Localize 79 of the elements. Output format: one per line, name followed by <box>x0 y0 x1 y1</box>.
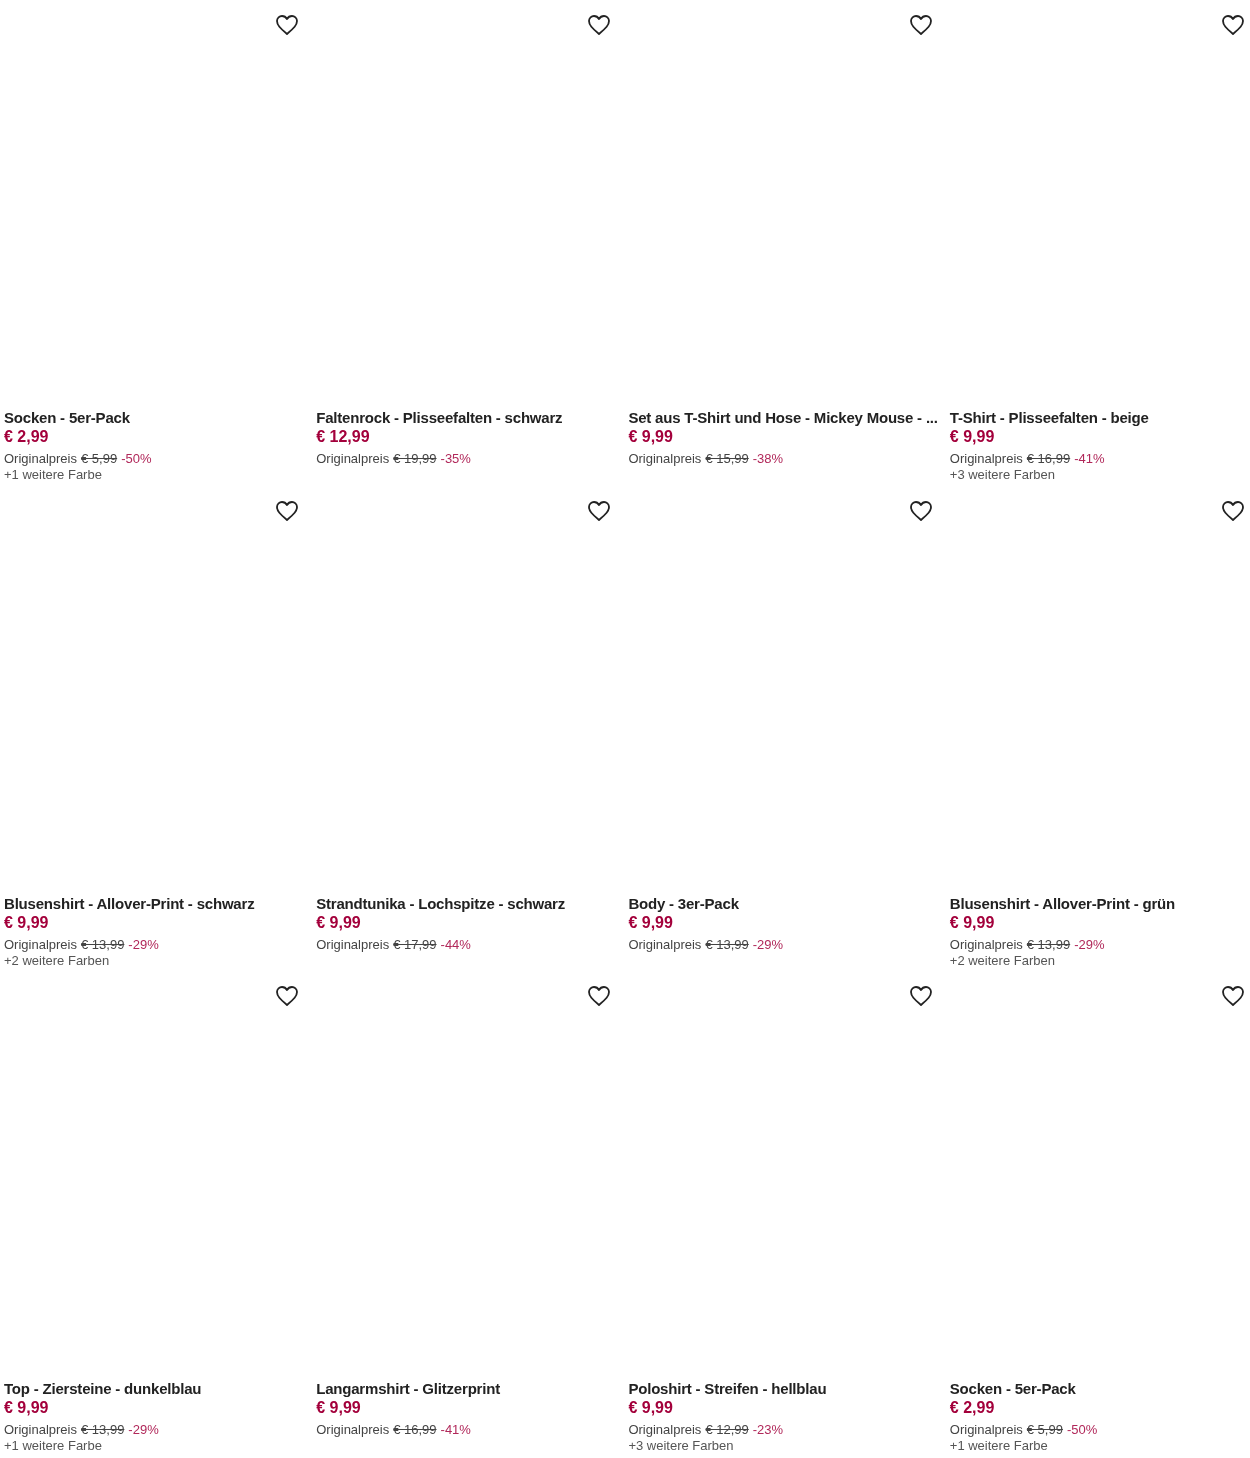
discount-percent: -41% <box>440 1422 471 1438</box>
discount-percent: -29% <box>128 1422 159 1438</box>
product-title[interactable]: Poloshirt - Streifen - hellblau <box>628 1380 938 1398</box>
discount-percent: -44% <box>440 936 471 953</box>
product-title[interactable]: Blusenshirt - Allover-Print - schwarz <box>4 894 305 913</box>
original-price: € 13,99 <box>81 936 125 953</box>
sale-price: € 9,99 <box>628 912 674 932</box>
more-colors-text: +2 weitere Farben <box>4 952 111 969</box>
discount-percent: -29% <box>752 936 784 953</box>
original-price-label: Originalpreis <box>316 451 390 467</box>
product-title[interactable]: Strandtunika - Lochspitze - schwarz <box>316 894 617 913</box>
original-price-label: Originalpreis <box>4 451 77 467</box>
product-title[interactable]: Set aus T-Shirt und Hose - Mickey Mouse - ... <box>628 409 938 427</box>
product-title[interactable]: Top - Ziersteine - dunkelblau <box>4 1380 305 1398</box>
original-price: € 16,99 <box>393 1422 437 1438</box>
original-price: € 15,99 <box>705 451 749 467</box>
sale-price: € 2,99 <box>4 427 50 446</box>
original-price-label: Originalpreis <box>628 936 702 953</box>
original-price-label: Originalpreis <box>316 936 390 953</box>
sale-price: € 12,99 <box>316 427 371 446</box>
original-price: € 17,99 <box>393 936 437 953</box>
discount-percent: -50% <box>1066 1422 1098 1438</box>
sale-price: € 9,99 <box>4 1398 50 1417</box>
more-colors-text: +1 weitere Farbe <box>4 1438 103 1454</box>
original-price-label: Originalpreis <box>949 936 1023 953</box>
original-price-label: Originalpreis <box>949 451 1023 467</box>
original-price-label: Originalpreis <box>4 1422 77 1438</box>
product-title[interactable]: T-Shirt - Plisseefalten - beige <box>949 409 1250 427</box>
discount-percent: -35% <box>440 451 471 467</box>
wishlist-heart-icon[interactable] <box>275 985 300 1007</box>
discount-percent: -23% <box>752 1422 784 1438</box>
original-price: € 13,99 <box>1026 936 1071 953</box>
original-price-label: Originalpreis <box>628 451 702 467</box>
wishlist-heart-icon[interactable] <box>1221 14 1245 36</box>
product-title[interactable]: Socken - 5er-Pack <box>949 1380 1250 1398</box>
wishlist-heart-icon[interactable] <box>275 14 300 36</box>
wishlist-heart-icon[interactable] <box>587 14 612 36</box>
discount-percent: -41% <box>1074 451 1105 467</box>
more-colors-text: +3 weitere Farben <box>628 1438 735 1454</box>
discount-percent: -29% <box>128 936 159 953</box>
more-colors-text: +1 weitere Farbe <box>949 1438 1049 1454</box>
product-title[interactable]: Langarmshirt - Glitzerprint <box>316 1380 617 1398</box>
sale-price: € 9,99 <box>628 427 674 446</box>
wishlist-heart-icon[interactable] <box>908 499 933 522</box>
wishlist-heart-icon[interactable] <box>1221 985 1245 1007</box>
original-price-label: Originalpreis <box>316 1422 390 1438</box>
product-title[interactable]: Blusenshirt - Allover-Print - grün <box>949 894 1250 913</box>
wishlist-heart-icon[interactable] <box>908 14 933 36</box>
original-price-label: Originalpreis <box>949 1422 1023 1438</box>
original-price: € 13,99 <box>705 936 749 953</box>
original-price: € 12,99 <box>705 1422 749 1438</box>
product-title[interactable]: Socken - 5er-Pack <box>4 409 305 427</box>
sale-price: € 2,99 <box>949 1398 996 1417</box>
sale-price: € 9,99 <box>949 427 996 446</box>
more-colors-text: +1 weitere Farbe <box>4 467 103 483</box>
more-colors-text: +3 weitere Farben <box>949 467 1056 483</box>
wishlist-heart-icon[interactable] <box>275 499 300 522</box>
original-price: € 5,99 <box>1026 1422 1063 1438</box>
original-price: € 16,99 <box>1026 451 1071 467</box>
original-price: € 5,99 <box>81 451 118 467</box>
sale-price: € 9,99 <box>628 1398 674 1417</box>
wishlist-heart-icon[interactable] <box>587 985 612 1007</box>
sale-price: € 9,99 <box>316 912 362 932</box>
sale-price: € 9,99 <box>949 912 996 932</box>
original-price-label: Originalpreis <box>4 936 77 953</box>
original-price-label: Originalpreis <box>628 1422 702 1438</box>
original-price: € 19,99 <box>393 451 437 467</box>
product-title[interactable]: Faltenrock - Plisseefalten - schwarz <box>316 409 617 427</box>
wishlist-heart-icon[interactable] <box>1221 499 1245 522</box>
product-title[interactable]: Body - 3er-Pack <box>628 894 938 913</box>
discount-percent: -50% <box>121 451 152 467</box>
discount-percent: -29% <box>1074 936 1105 953</box>
sale-price: € 9,99 <box>316 1398 362 1417</box>
wishlist-heart-icon[interactable] <box>908 985 933 1007</box>
more-colors-text: +2 weitere Farben <box>949 952 1056 969</box>
original-price: € 13,99 <box>81 1422 125 1438</box>
sale-price: € 9,99 <box>4 912 50 932</box>
discount-percent: -38% <box>752 451 784 467</box>
wishlist-heart-icon[interactable] <box>587 499 612 522</box>
